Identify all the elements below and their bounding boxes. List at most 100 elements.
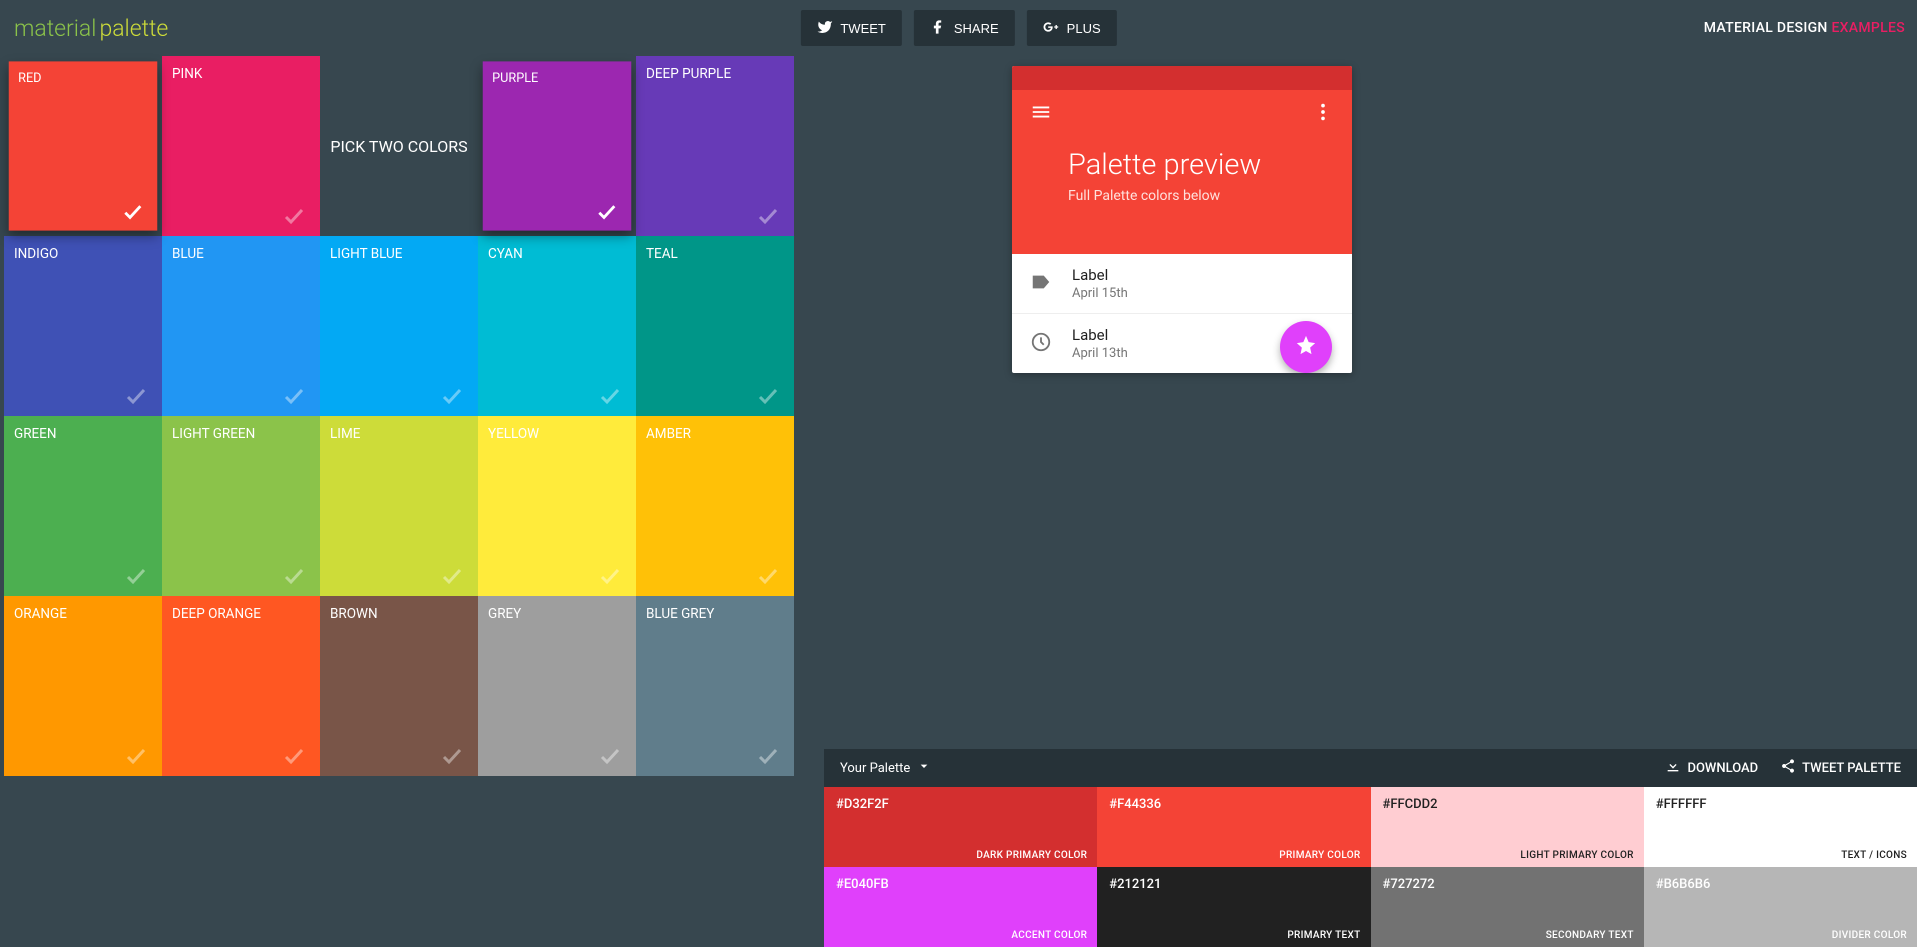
- fab-button[interactable]: [1280, 321, 1332, 373]
- brand[interactable]: materialpalette: [14, 15, 168, 42]
- palette-cell-light-primary-color[interactable]: #FFCDD2 LIGHT PRIMARY COLOR: [1371, 787, 1644, 867]
- palette-hex: #FFCDD2: [1383, 797, 1632, 812]
- swatch-lime[interactable]: LIME: [320, 416, 478, 596]
- swatch-label: ORANGE: [14, 606, 67, 622]
- swatch-label: DEEP PURPLE: [646, 66, 731, 82]
- check-icon: [440, 744, 464, 768]
- palette-cell-primary-color[interactable]: #F44336 PRIMARY COLOR: [1097, 787, 1370, 867]
- swatch-label: BLUE GREY: [646, 606, 714, 622]
- tag-icon: [1030, 271, 1072, 297]
- brand-left: material: [14, 15, 96, 42]
- swatch-label: INDIGO: [14, 246, 58, 262]
- swatch-light-blue[interactable]: LIGHT BLUE: [320, 236, 478, 416]
- palette-role: SECONDARY TEXT: [1546, 930, 1634, 941]
- header-ex-label: EXAMPLES: [1831, 20, 1905, 36]
- preview-toolbar: [1012, 90, 1352, 138]
- check-icon: [756, 564, 780, 588]
- preview-title: Palette preview: [1068, 148, 1328, 182]
- examples-link[interactable]: MATERIAL DESIGN EXAMPLES: [1704, 20, 1905, 36]
- header-md-label: MATERIAL DESIGN: [1704, 20, 1828, 36]
- palette-cell-divider-color[interactable]: #B6B6B6DIVIDER COLOR: [1644, 867, 1917, 947]
- swatch-green[interactable]: GREEN: [4, 416, 162, 596]
- list-text: LabelApril 15th: [1072, 266, 1128, 301]
- palette-hex: #F44336: [1109, 797, 1358, 812]
- swatch-blue[interactable]: BLUE: [162, 236, 320, 416]
- swatch-grey[interactable]: GREY: [478, 596, 636, 776]
- check-icon: [756, 744, 780, 768]
- more-vert-icon[interactable]: [1312, 101, 1334, 127]
- google-plus-icon: [1043, 19, 1059, 38]
- pick-two-colors: PICK TWO COLORS: [320, 56, 478, 236]
- swatch-label: RED: [18, 71, 41, 86]
- palette-hex: #E040FB: [836, 877, 1085, 892]
- swatch-orange[interactable]: ORANGE: [4, 596, 162, 776]
- download-button[interactable]: DOWNLOAD: [1665, 758, 1758, 778]
- tweet-button[interactable]: TWEET: [800, 10, 902, 46]
- tweet-label: TWEET: [840, 21, 886, 36]
- check-icon: [124, 384, 148, 408]
- swatch-label: LIME: [330, 426, 360, 442]
- swatch-teal[interactable]: TEAL: [636, 236, 794, 416]
- check-icon: [756, 384, 780, 408]
- palette-role: TEXT / ICONS: [1841, 850, 1907, 861]
- list-item[interactable]: LabelApril 15th: [1012, 254, 1352, 314]
- check-icon: [598, 744, 622, 768]
- check-icon: [282, 204, 306, 228]
- swatch-label: PINK: [172, 66, 202, 82]
- check-icon: [596, 201, 619, 224]
- palette-cell-accent-color[interactable]: #E040FB ACCENT COLOR: [824, 867, 1097, 947]
- palette-role: PRIMARY TEXT: [1287, 930, 1360, 941]
- palette-hex: #FFFFFF: [1656, 797, 1905, 812]
- palette-role: LIGHT PRIMARY COLOR: [1520, 850, 1633, 861]
- tweet-palette-button[interactable]: TWEET PALETTE: [1780, 758, 1901, 778]
- palette-cell-dark-primary-color[interactable]: #D32F2FDARK PRIMARY COLOR: [824, 787, 1097, 867]
- preview-body: Palette preview Full Palette colors belo…: [1012, 138, 1352, 254]
- swatch-label: BLUE: [172, 246, 204, 262]
- swatch-indigo[interactable]: INDIGO: [4, 236, 162, 416]
- palette-cell-primary-text[interactable]: #212121 PRIMARY TEXT: [1097, 867, 1370, 947]
- swatch-label: AMBER: [646, 426, 691, 442]
- check-icon: [598, 564, 622, 588]
- facebook-icon: [930, 19, 946, 38]
- preview-darkbar: [1012, 66, 1352, 90]
- check-icon: [124, 744, 148, 768]
- palette-title-dropdown[interactable]: Your Palette: [840, 758, 932, 778]
- swatch-label: DEEP ORANGE: [172, 606, 261, 622]
- swatch-label: YELLOW: [488, 426, 539, 442]
- download-icon: [1665, 758, 1681, 778]
- swatch-yellow[interactable]: YELLOW: [478, 416, 636, 596]
- palette-hex: #B6B6B6: [1656, 877, 1905, 892]
- swatch-cyan[interactable]: CYAN: [478, 236, 636, 416]
- swatch-red[interactable]: RED: [9, 61, 158, 230]
- list-sublabel: April 15th: [1072, 286, 1128, 301]
- share-icon: [1780, 758, 1796, 778]
- swatch-brown[interactable]: BROWN: [320, 596, 478, 776]
- swatch-label: LIGHT BLUE: [330, 246, 402, 262]
- share-button[interactable]: SHARE: [914, 10, 1015, 46]
- palette-role: ACCENT COLOR: [1011, 930, 1087, 941]
- list-sublabel: April 13th: [1072, 346, 1128, 361]
- swatch-amber[interactable]: AMBER: [636, 416, 794, 596]
- hamburger-icon[interactable]: [1030, 101, 1052, 127]
- swatch-pink[interactable]: PINK: [162, 56, 320, 236]
- check-icon: [440, 564, 464, 588]
- swatch-label: CYAN: [488, 246, 523, 262]
- swatch-blue-grey[interactable]: BLUE GREY: [636, 596, 794, 776]
- swatch-deep-purple[interactable]: DEEP PURPLE: [636, 56, 794, 236]
- social-buttons: TWEET SHARE PLUS: [800, 10, 1116, 46]
- swatch-deep-orange[interactable]: DEEP ORANGE: [162, 596, 320, 776]
- swatch-purple[interactable]: PURPLE: [483, 61, 632, 230]
- tweet-palette-label: TWEET PALETTE: [1802, 761, 1901, 776]
- palette-panel: Your Palette DOWNLOAD TWEET PALETTE #D32…: [824, 749, 1917, 947]
- palette-hex: #212121: [1109, 877, 1358, 892]
- check-icon: [440, 384, 464, 408]
- plus-button[interactable]: PLUS: [1027, 10, 1117, 46]
- palette-cell-text-icons[interactable]: #FFFFFF TEXT / ICONS: [1644, 787, 1917, 867]
- palette-cell-secondary-text[interactable]: #727272SECONDARY TEXT: [1371, 867, 1644, 947]
- check-icon: [122, 201, 145, 224]
- swatch-light-green[interactable]: LIGHT GREEN: [162, 416, 320, 596]
- chevron-down-icon: [916, 758, 932, 778]
- check-icon: [124, 564, 148, 588]
- swatch-label: TEAL: [646, 246, 678, 262]
- palette-role: PRIMARY COLOR: [1279, 850, 1360, 861]
